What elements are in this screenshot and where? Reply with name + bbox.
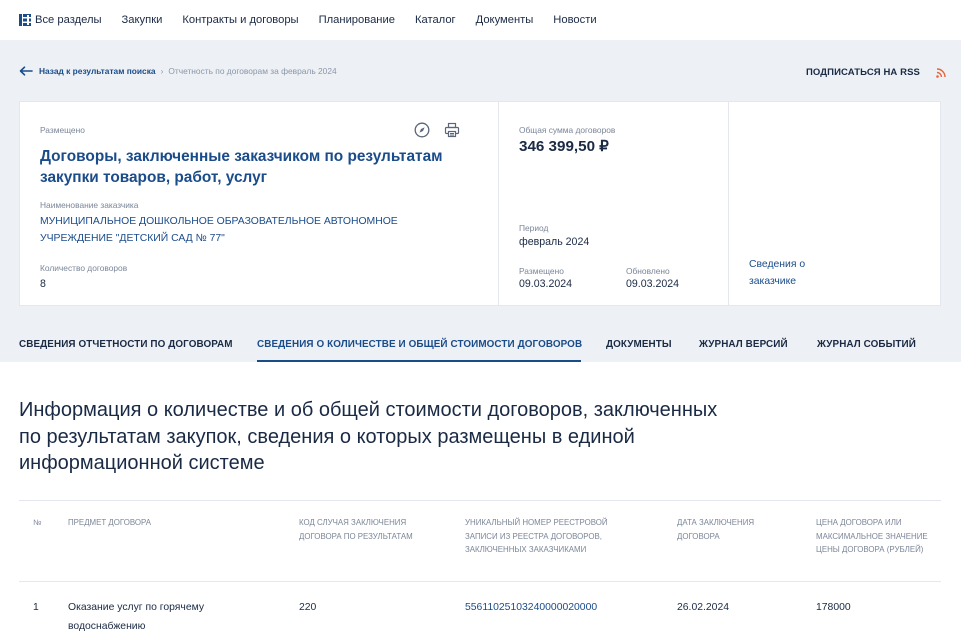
breadcrumb-separator: ›: [160, 66, 164, 76]
updated-date-label: Обновлено: [626, 266, 670, 276]
column-header-subject: Предмет договора: [68, 518, 151, 527]
status-label: Размещено: [40, 125, 85, 135]
rss-icon: [936, 67, 946, 78]
column-header-price: Цена договора или максимальное значение …: [816, 518, 928, 555]
cell-number: 1: [33, 602, 39, 613]
top-navigation: Все разделы Закупки Контракты и договоры…: [0, 0, 961, 40]
nav-contracts[interactable]: Контракты и договоры: [182, 14, 298, 26]
logo-icon: [19, 14, 31, 26]
column-divider: [728, 102, 729, 305]
cell-contract-date: 26.02.2024: [677, 602, 730, 613]
column-divider: [498, 102, 499, 305]
report-card: Размещено Договоры, заключенные заказчик…: [19, 101, 941, 306]
column-header-registry-number: Уникальный номер реестровой записи из ре…: [465, 518, 608, 555]
contract-count-label: Количество договоров: [40, 263, 128, 273]
rss-subscribe-button[interactable]: ПОДПИСАТЬСЯ НА RSS: [806, 67, 946, 78]
placed-date-value: 09.03.2024: [519, 278, 573, 290]
nav-purchases[interactable]: Закупки: [122, 14, 163, 26]
cell-case-code: 220: [299, 602, 317, 613]
total-sum-label: Общая сумма договоров: [519, 125, 616, 135]
table-divider: [19, 500, 941, 501]
contract-count-value: 8: [40, 278, 46, 290]
tab-count-and-cost[interactable]: СВЕДЕНИЯ О КОЛИЧЕСТВЕ И ОБЩЕЙ СТОИМОСТИ …: [257, 339, 582, 350]
tab-documents[interactable]: ДОКУМЕНТЫ: [606, 339, 672, 350]
placed-date-label: Размещено: [519, 266, 564, 276]
column-header-number: №: [33, 518, 42, 527]
tab-bar: СВЕДЕНИЯ ОТЧЕТНОСТИ ПО ДОГОВОРАМ СВЕДЕНИ…: [0, 331, 961, 362]
period-label: Период: [519, 223, 549, 233]
rss-label: ПОДПИСАТЬСЯ НА RSS: [806, 67, 920, 78]
back-to-search-link[interactable]: Назад к результатам поиска: [39, 66, 156, 76]
section-heading: Информация о количестве и об общей стоим…: [19, 399, 718, 474]
column-header-contract-date: Дата заключения договора: [677, 518, 755, 541]
table-divider: [19, 581, 941, 582]
breadcrumb: Назад к результатам поиска › Отчетность …: [19, 66, 337, 76]
nav-documents[interactable]: Документы: [476, 14, 534, 26]
cell-price: 178000: [816, 602, 851, 613]
report-title[interactable]: Договоры, заключенные заказчиком по резу…: [40, 146, 480, 188]
tab-event-log[interactable]: ЖУРНАЛ СОБЫТИЙ: [817, 339, 916, 350]
compass-icon[interactable]: [414, 122, 430, 138]
customer-label: Наименование заказчика: [40, 200, 139, 210]
cell-registry-number-link[interactable]: 55611025103240000020000: [465, 598, 597, 617]
tab-version-log[interactable]: ЖУРНАЛ ВЕРСИЙ: [699, 339, 788, 350]
print-icon[interactable]: [444, 122, 460, 138]
cell-subject: Оказание услуг по горячему водоснабжению: [68, 602, 205, 632]
arrow-left-icon[interactable]: [19, 66, 33, 76]
breadcrumb-current: Отчетность по договорам за февраль 2024: [168, 66, 337, 76]
customer-name-link[interactable]: МУНИЦИПАЛЬНОЕ ДОШКОЛЬНОЕ ОБРАЗОВАТЕЛЬНОЕ…: [40, 214, 460, 247]
tab-report-info[interactable]: СВЕДЕНИЯ ОТЧЕТНОСТИ ПО ДОГОВОРАМ: [19, 339, 233, 350]
updated-date-value: 09.03.2024: [626, 278, 680, 290]
nav-all-sections[interactable]: Все разделы: [35, 14, 102, 26]
period-value: февраль 2024: [519, 236, 590, 248]
nav-news[interactable]: Новости: [553, 14, 596, 26]
customer-info-link[interactable]: Сведения о заказчике: [749, 257, 829, 290]
active-tab-indicator: [257, 360, 581, 362]
nav-catalog[interactable]: Каталог: [415, 14, 456, 26]
total-sum-value: 346 399,50 ₽: [519, 138, 609, 155]
column-header-case-code: Код случая заключения договора по резуль…: [299, 518, 413, 541]
nav-planning[interactable]: Планирование: [319, 14, 395, 26]
